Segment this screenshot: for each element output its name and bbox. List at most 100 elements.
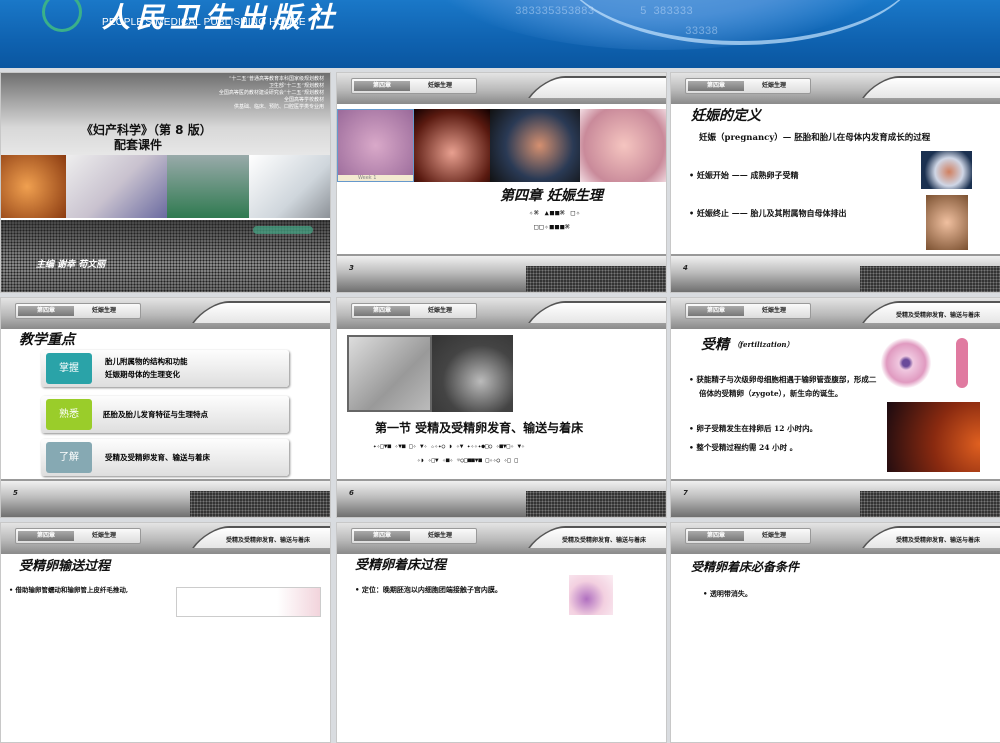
- series-line: 卫生部“十二五”规划教材: [219, 83, 324, 90]
- slide-number: 4: [683, 264, 688, 272]
- footer-grid: [860, 491, 1000, 518]
- slide-number: 7: [683, 489, 688, 497]
- subtitle-garbled: ✦✧□▼■ ✧▼■ □✧ ▼✧ ☆✧✦○ ◗ ✧▼ ✦✧✧✦●□○ ✧■▼□✧ …: [373, 443, 525, 450]
- chapter-label: 第四章: [354, 306, 410, 316]
- slide-number: 6: [349, 489, 354, 497]
- bullet: 定位：晚期胚泡以内细胞团端接触子宫内膜。: [362, 585, 502, 594]
- series-line: 全国高等医药教材建设研究会“十二五”规划教材: [219, 90, 324, 97]
- chapter-tab: 第四章 妊娠生理: [685, 303, 811, 319]
- publisher-banner: 383335353883 5 383333 33338 人民卫生出版社 PEOP…: [0, 0, 1000, 68]
- bullet: 妊娠终止 —— 胎儿及其附属物自母体排出: [697, 208, 847, 218]
- embryo-week1-photo: Week 1: [337, 109, 414, 182]
- key-point-label: 熟悉: [46, 399, 92, 430]
- chapter-title: 第四章 妊娠生理: [500, 185, 603, 205]
- key-point-box: 掌握胎儿附属物的结构和功能妊娠期母体的生理变化: [41, 350, 289, 387]
- series-line: 全国高等学校教材: [219, 97, 324, 104]
- footer-grid: [190, 491, 330, 518]
- slide-title: 受精: [701, 334, 729, 354]
- fetus-photo: [1, 155, 66, 218]
- slide-thumbnail-9[interactable]: 第四章妊娠生理 受精及受精卵发育、输送与着床 受精卵着床过程 • 定位：晚期胚泡…: [336, 522, 667, 743]
- embryo-photo: [490, 109, 580, 182]
- publisher-logo-icon: [42, 0, 82, 32]
- slide-thumbnail-6[interactable]: 第四章 妊娠生理 第一节 受精及受精卵发育、输送与着床 ✦✧□▼■ ✧▼■ □✧ …: [336, 297, 667, 518]
- slide-title: 妊娠的定义: [691, 105, 761, 125]
- topic-label: 妊娠生理: [762, 81, 786, 91]
- bg-number: 33338: [685, 26, 718, 38]
- footer-grid: [526, 491, 666, 518]
- bullet: 透明带消失。: [710, 589, 752, 598]
- chapter-label: 第四章: [354, 81, 410, 91]
- slide-footer: 5: [1, 479, 330, 517]
- chapter-label: 第四章: [18, 306, 74, 316]
- series-line: “十二五”普通高等教育本科国家级规划教材: [219, 76, 324, 83]
- header-swoosh: [862, 76, 1000, 98]
- topic-label: 妊娠生理: [428, 531, 452, 541]
- chapter-tab: 第四章 妊娠生理: [685, 78, 811, 94]
- key-point-text: 受精及受精卵发育、输送与着床: [105, 451, 210, 464]
- bullet: 卵子受精发生在排卵后 12 小时内。: [696, 424, 817, 433]
- topic-label: 妊娠生理: [428, 306, 452, 316]
- bullet: 整个受精过程约需 24 小时 。: [696, 443, 797, 452]
- topic-label: 妊娠生理: [762, 531, 786, 541]
- slide-title: 教学重点: [19, 329, 75, 349]
- slide-header: 第四章 妊娠生理: [337, 73, 666, 104]
- topic-label: 妊娠生理: [762, 306, 786, 316]
- bg-number: 5 383333: [640, 6, 693, 18]
- chapter-tab: 第四章 妊娠生理: [15, 528, 141, 544]
- footer-grid: [860, 266, 1000, 293]
- cover-subtitle: 配套课件: [114, 136, 162, 153]
- slide-thumbnail-4[interactable]: 第四章 妊娠生理 妊娠的定义 妊娠（pregnancy）— 胚胎和胎儿在母体内发育…: [670, 72, 1000, 293]
- slide-thumbnail-3[interactable]: 第四章妊娠生理 Week 1 第四章 妊娠生理 ✧⌘ ▲■■⌘ □✧ □□✧■■…: [336, 72, 667, 293]
- bullet: 借助输卵管蠕动和输卵管上皮纤毛推动,: [15, 586, 128, 594]
- topic-label: 妊娠生理: [92, 306, 116, 316]
- fertilized-egg-photo: [921, 151, 972, 189]
- topic-label: 妊娠生理: [428, 81, 452, 91]
- ovum-diagram: [881, 338, 931, 388]
- slide-thumbnail-10[interactable]: 第四章妊娠生理 受精及受精卵发育、输送与着床 受精卵着床必备条件 • 透明带消失…: [670, 522, 1000, 743]
- slide-title: 受精卵输送过程: [19, 555, 110, 574]
- header-swoosh: [528, 301, 667, 323]
- slide-footer: 4: [671, 254, 1000, 292]
- slide-thumbnail-8[interactable]: 第四章妊娠生理 受精及受精卵发育、输送与着床 受精卵输送过程 • 借助输卵管蠕动…: [0, 522, 331, 743]
- chapter-tab: 第四章 妊娠生理: [351, 78, 477, 94]
- chapter-tab: 第四章 妊娠生理: [685, 528, 811, 544]
- topic-label: 妊娠生理: [92, 531, 116, 541]
- editors: 主编 谢幸 苟文丽: [36, 257, 105, 270]
- slide-number: 3: [349, 264, 354, 272]
- chapter-tab: 第四章 妊娠生理: [15, 303, 141, 319]
- slide-header: 第四章 妊娠生理 受精及受精卵发育、输送与着床: [671, 298, 1000, 329]
- chapter-label: 第四章: [688, 306, 744, 316]
- section-label: 受精及受精卵发育、输送与着床: [896, 310, 980, 319]
- publisher-name-en: PEOPLE'S MEDICAL PUBLISHING HOUSE: [102, 17, 306, 28]
- publisher-logo-icon: [253, 226, 313, 234]
- key-point-box: 熟悉胚胎及胎儿发育特征与生理特点: [41, 396, 289, 433]
- slide-header: 第四章 妊娠生理 受精及受精卵发育、输送与着床: [671, 523, 1000, 554]
- slide-header: 第四章 妊娠生理: [337, 298, 666, 329]
- footer-grid: [526, 266, 666, 293]
- header-swoosh: [192, 301, 331, 323]
- key-point-text: 妊娠期母体的生理变化: [105, 368, 188, 381]
- bg-number: 383335353883: [515, 6, 594, 18]
- slide-thumbnail-7[interactable]: 第四章妊娠生理 受精及受精卵发育、输送与着床 受精 （fertilization…: [670, 297, 1000, 518]
- section-label: 受精及受精卵发育、输送与着床: [896, 535, 980, 544]
- series-line: 供基础、临床、预防、口腔医学类专业用: [219, 104, 324, 111]
- chapter-label: 第四章: [688, 531, 744, 541]
- definition-text: 妊娠（pregnancy）— 胚胎和胎儿在母体内发育成长的过程: [699, 131, 930, 145]
- slide-header: 第四章 妊娠生理 受精及受精卵发育、输送与着床: [1, 523, 330, 554]
- newborn-photo: [926, 195, 968, 250]
- chapter-label: 第四章: [688, 81, 744, 91]
- header-swoosh: [528, 76, 667, 98]
- subtitle-garbled: ✧◗ ✧□▼ ✧■✧ ☼○□■■▼■ □✧✧○ ✧□ □: [417, 457, 518, 464]
- chapter-label: 第四章: [18, 531, 74, 541]
- key-point-box: 了解受精及受精卵发育、输送与着床: [41, 439, 289, 476]
- week-label: Week 1: [338, 175, 413, 181]
- slide-thumbnail-1[interactable]: “十二五”普通高等教育本科国家级规划教材 卫生部“十二五”规划教材 全国高等医药…: [0, 72, 331, 293]
- bullet: 妊娠开始 —— 成熟卵子受精: [697, 170, 799, 180]
- embryo-photo: [414, 109, 490, 182]
- slide-footer: 6: [337, 479, 666, 517]
- slide-title: 受精卵着床必备条件: [691, 558, 799, 575]
- section-label: 受精及受精卵发育、输送与着床: [226, 535, 310, 544]
- subtitle-garbled: □□✧■■■⌘: [534, 223, 571, 231]
- slide-thumbnail-5[interactable]: 第四章 妊娠生理 教学重点 掌握胎儿附属物的结构和功能妊娠期母体的生理变化 熟悉胚…: [0, 297, 331, 518]
- section-title: 第一节 受精及受精卵发育、输送与着床: [375, 421, 583, 435]
